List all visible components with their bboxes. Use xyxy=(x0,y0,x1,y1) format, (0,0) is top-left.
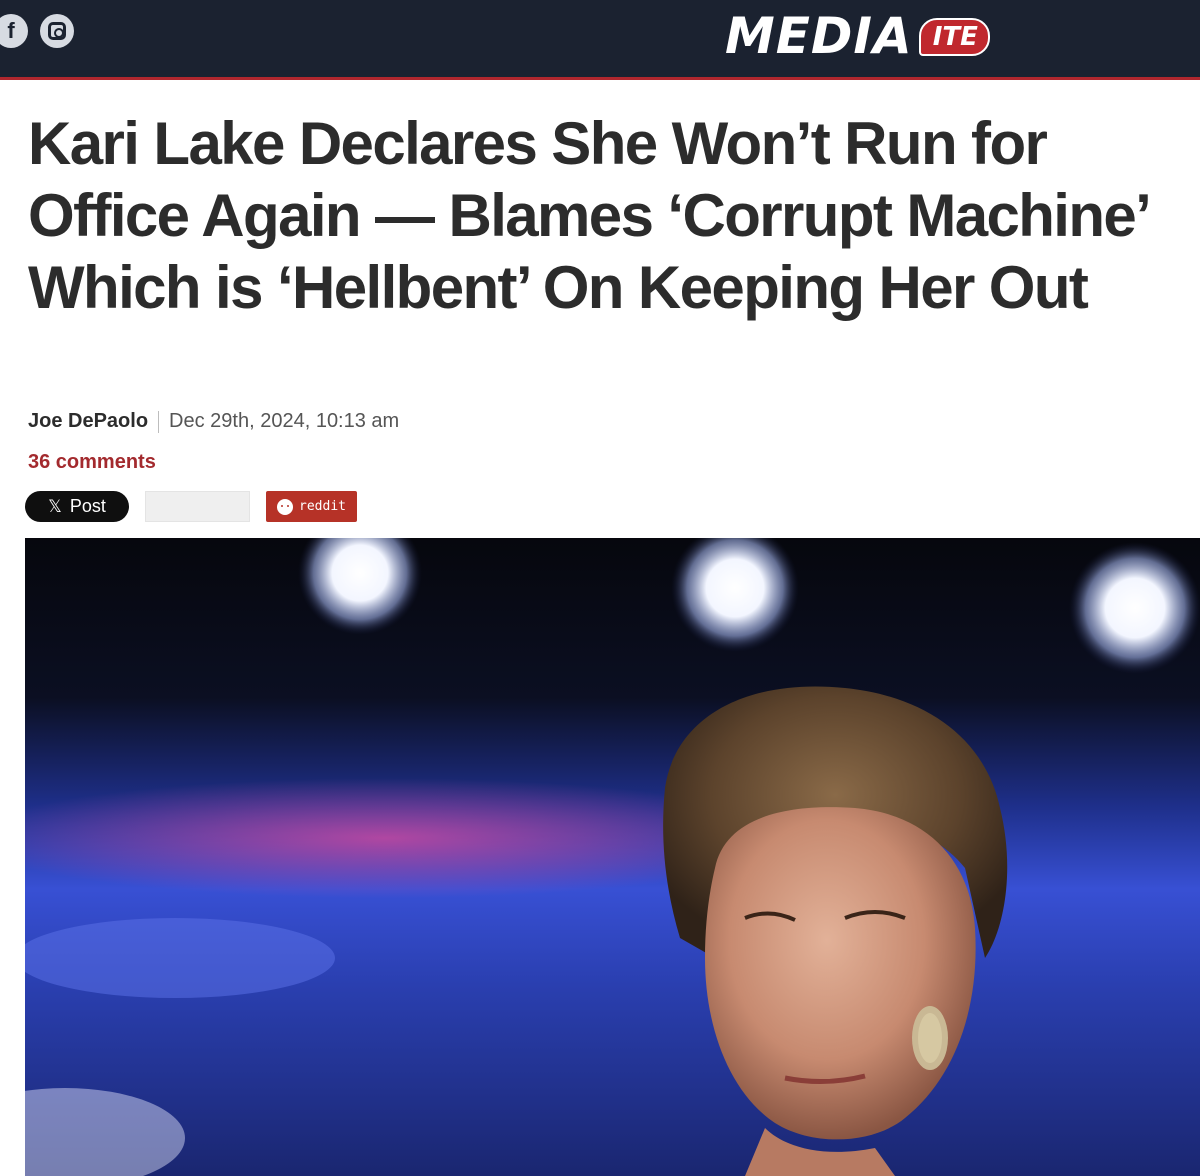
byline-divider xyxy=(158,410,160,433)
author-link[interactable]: Joe DePaolo xyxy=(28,410,148,433)
x-logo-icon: 𝕏 xyxy=(48,496,62,517)
x-post-button[interactable]: 𝕏 Post xyxy=(25,491,129,522)
byline: Joe DePaolo Dec 29th, 2024, 10:13 am xyxy=(28,410,399,433)
facebook-glyph: f xyxy=(7,18,15,43)
publish-date: Dec 29th, 2024, 10:13 am xyxy=(169,410,400,432)
site-header: f MEDIA ITE xyxy=(0,0,1200,80)
facebook-icon[interactable]: f xyxy=(0,14,28,48)
logo-badge: ITE xyxy=(918,18,990,56)
article-title: Kari Lake Declares She Won’t Run for Off… xyxy=(28,110,1149,321)
social-links: f xyxy=(0,14,74,48)
instagram-icon[interactable] xyxy=(40,14,74,48)
site-logo[interactable]: MEDIA ITE xyxy=(725,6,990,66)
reddit-label: reddit xyxy=(299,499,346,514)
comments-link[interactable]: 36 comments xyxy=(28,451,156,474)
instagram-glyph xyxy=(48,22,66,40)
article-photo xyxy=(25,538,1200,1176)
logo-wordmark: MEDIA xyxy=(725,7,913,65)
article-photo-graphic xyxy=(25,538,1200,1176)
share-bar: 𝕏 Post reddit xyxy=(25,491,357,522)
reddit-icon xyxy=(277,498,294,515)
share-button-placeholder[interactable] xyxy=(145,491,250,522)
x-post-label: Post xyxy=(69,496,106,516)
reddit-share-button[interactable]: reddit xyxy=(266,491,357,522)
